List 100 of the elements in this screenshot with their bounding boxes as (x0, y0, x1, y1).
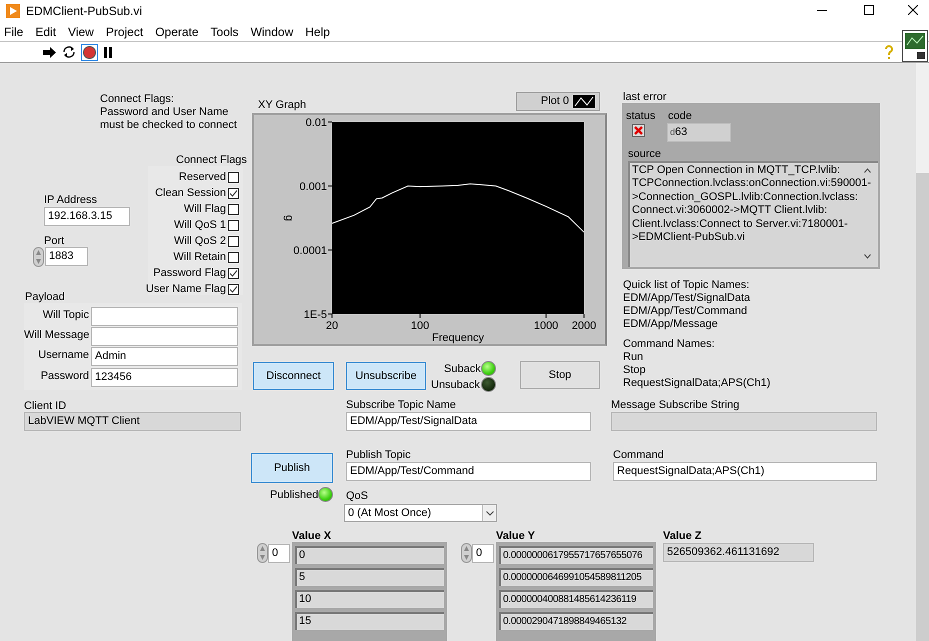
indicator-label: Suback (444, 362, 481, 377)
field-label: Client ID (24, 399, 66, 414)
checkbox[interactable] (228, 252, 239, 262)
menu-item[interactable]: Edit (35, 22, 56, 40)
cluster-label: last error (623, 90, 666, 105)
text-field[interactable] (91, 327, 238, 346)
push-button[interactable]: Unsubscribe (346, 362, 426, 390)
array-element[interactable]: 5 (295, 568, 444, 586)
array-label: Value X (292, 529, 332, 544)
scroll-down-icon[interactable] (864, 254, 871, 259)
checkbox-label: Will QoS 2 (174, 234, 226, 249)
y-tick: 0.0001 (293, 245, 332, 257)
checkbox-label: Will Flag (184, 202, 226, 217)
text-field[interactable] (91, 307, 238, 326)
menu-item[interactable]: Tools (210, 22, 239, 40)
checkbox[interactable] (228, 204, 239, 214)
array-element[interactable]: 10 (295, 590, 444, 608)
info-text: EDM/App/Test/Command (623, 305, 748, 318)
x-axis-label: Frequency (432, 332, 484, 344)
field-label: Username (37, 348, 89, 363)
array-element[interactable]: 0.000000400881485614236119 (499, 590, 653, 608)
info-text: Quick list of Topic Names: (623, 279, 750, 292)
text-field[interactable]: 123456 (91, 368, 238, 387)
app-icon (6, 4, 20, 18)
array-element[interactable]: 15 (295, 612, 444, 630)
field-label: source (628, 147, 662, 162)
field-label: Message Subscribe String (611, 398, 740, 413)
text-field[interactable]: LabVIEW MQTT Client (24, 412, 241, 431)
text-field[interactable]: RequestSignalData;APS(Ch1) (613, 462, 877, 481)
info-text: EDM/App/Test/SignalData (623, 292, 750, 305)
push-button[interactable]: Stop (520, 361, 600, 389)
index-field[interactable]: 0 (472, 544, 494, 563)
menu-item[interactable]: Help (305, 22, 330, 40)
menu-item[interactable]: View (68, 22, 94, 40)
scroll-up-icon[interactable] (864, 168, 871, 173)
text-field[interactable]: Admin (91, 347, 238, 366)
field-label: status (626, 109, 656, 124)
numeric-field[interactable]: d63 (667, 123, 731, 142)
menu-item[interactable]: Operate (155, 22, 199, 40)
field-label: Password (40, 369, 89, 384)
text-field[interactable]: EDM/App/Test/Command (346, 462, 591, 481)
field-label: Port (44, 234, 64, 249)
line-sample-icon (573, 95, 595, 108)
array-label: Value Y (496, 529, 535, 544)
y-tick: 0.01 (306, 117, 332, 129)
checkbox[interactable] (228, 284, 239, 294)
maximize-icon[interactable] (864, 5, 874, 15)
instruction-text: Connect Flags: Password and User Name must be checked to connect (100, 93, 238, 132)
push-button[interactable]: Disconnect (253, 362, 334, 390)
text-field[interactable] (611, 412, 877, 431)
array-element[interactable]: 0.0000290471898849465132 (499, 612, 653, 630)
run-continuously-icon[interactable] (62, 45, 76, 59)
run-arrow-icon[interactable] (43, 47, 57, 58)
push-button[interactable]: Publish (251, 453, 333, 483)
field-label: IP Address (44, 193, 97, 208)
field-label: Subscribe Topic Name (346, 398, 456, 413)
menu-item[interactable]: File (4, 22, 24, 40)
pause-icon[interactable] (104, 47, 112, 58)
increment-decrement-icon[interactable] (257, 543, 268, 563)
checkbox[interactable] (228, 268, 239, 278)
info-text: Stop (623, 364, 647, 377)
numeric-field[interactable]: 1883 (45, 247, 88, 266)
checkbox-label: Will QoS 1 (174, 218, 226, 233)
x-tick: 100 (410, 314, 430, 332)
checkbox[interactable] (228, 236, 239, 246)
close-icon[interactable] (908, 5, 918, 15)
checkbox-label: Will Retain (173, 250, 226, 265)
indicator-label: Unsuback (431, 378, 480, 393)
x-tick: 2000 (572, 314, 596, 332)
increment-decrement-icon[interactable] (33, 247, 44, 267)
text-field[interactable]: EDM/App/Test/SignalData (346, 412, 591, 431)
text-field[interactable]: 192.168.3.15 (44, 207, 130, 226)
x-tick: 1000 (534, 314, 558, 332)
index-field[interactable]: 0 (268, 544, 290, 563)
qos-dropdown[interactable]: 0 (At Most Once) (344, 504, 497, 522)
checkbox-label: Password Flag (153, 266, 226, 281)
source-text-area[interactable]: TCP Open Connection in MQTT_TCP.lvlib: TCPConnection.lvclass:onConnection.vi:590001->Connection_GOSPL.lvlib:Connection.lvclass: Connect.vi:3060002->MQTT Client.lvlib: Client.lvclass:Connect to Server.vi:7180001->EDMClient-PubSub.vi (628, 161, 878, 267)
text-field[interactable]: 526509362.461131692 (663, 543, 814, 562)
legend-label: Plot 0 (540, 94, 569, 110)
scroll-bar[interactable] (916, 63, 929, 641)
menu-item[interactable]: Window (250, 22, 294, 40)
field-label: code (668, 109, 692, 124)
field-label: QoS (346, 489, 368, 504)
array-element[interactable]: 0.0000000617955717657655076 (499, 546, 653, 564)
info-text: Command Names: (623, 338, 716, 351)
checkbox[interactable] (228, 172, 239, 182)
array-element[interactable]: 0.0000000646991054589811205 (499, 568, 653, 586)
scroll-thumb[interactable] (916, 173, 929, 641)
graph-label: XY Graph (258, 98, 306, 113)
check-icon (229, 188, 238, 198)
plot-legend[interactable]: Plot 0 (516, 92, 600, 111)
increment-decrement-icon[interactable] (461, 543, 472, 563)
menu-item[interactable]: Project (106, 22, 144, 40)
array-element[interactable]: 0 (295, 546, 444, 564)
indicator-label: Published (270, 488, 318, 503)
checkbox-label: Clean Session (155, 186, 226, 201)
abort-icon[interactable] (81, 44, 98, 61)
field-label: Will Message (24, 328, 89, 343)
checkbox[interactable] (228, 188, 239, 198)
checkbox[interactable] (228, 220, 239, 230)
